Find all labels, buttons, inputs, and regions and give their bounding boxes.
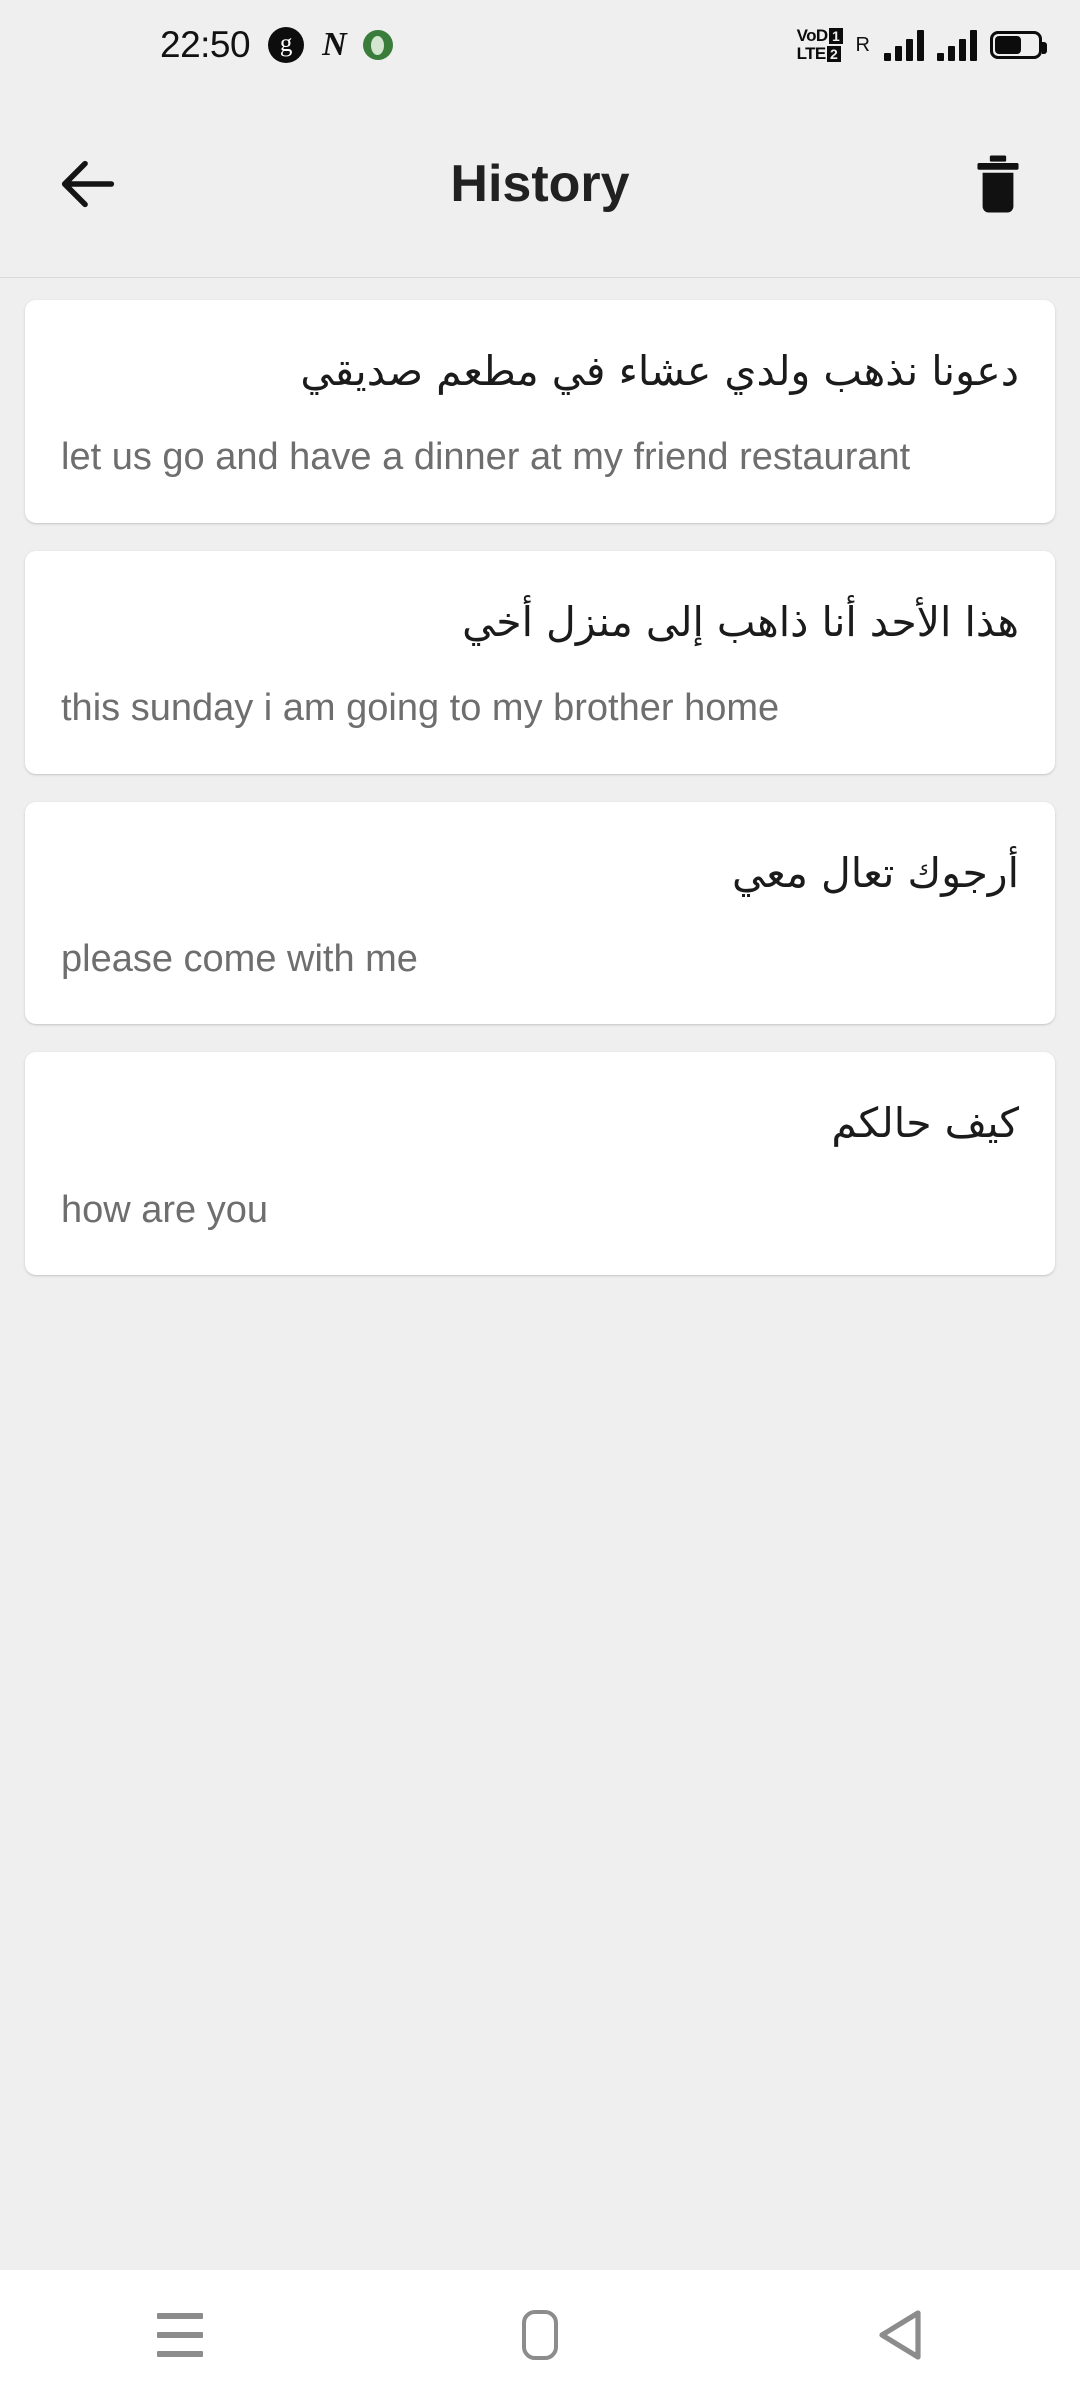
status-clock: 22:50 bbox=[160, 24, 251, 65]
volte-row-2: LTE 2 bbox=[797, 45, 841, 63]
list-item[interactable]: أرجوك تعال معي please come with me bbox=[25, 801, 1055, 1025]
status-bar-left: 22:50 g N bbox=[0, 24, 393, 66]
history-source-text: كيف حالكم bbox=[831, 1099, 1019, 1148]
history-translation-text: let us go and have a dinner at my friend… bbox=[61, 436, 911, 479]
history-source-text: دعونا نذهب ولدي عشاء في مطعم صديقي bbox=[300, 347, 1019, 395]
signal-bar bbox=[906, 39, 913, 61]
battery-cap bbox=[1042, 42, 1047, 54]
grammarly-icon: g bbox=[268, 27, 305, 63]
list-item[interactable]: كيف حالكم how are you bbox=[25, 1052, 1055, 1276]
signal-bar bbox=[884, 53, 891, 61]
battery-fill bbox=[995, 36, 1021, 54]
green-app-icon bbox=[362, 30, 393, 60]
volte-badge-1: 1 bbox=[828, 28, 843, 44]
battery-icon bbox=[990, 31, 1047, 59]
volte-text-1: VoD bbox=[796, 26, 829, 45]
signal-bar bbox=[895, 46, 902, 61]
recents-icon-line bbox=[157, 2313, 203, 2319]
history-translation-text: this sunday i am going to my brother hom… bbox=[61, 687, 780, 730]
delete-all-button[interactable] bbox=[958, 140, 1038, 228]
signal-bars-sim2-icon bbox=[937, 29, 977, 61]
phone-screen: 22:50 g N VoD 1 LTE 2 R History دعونا نذ… bbox=[0, 0, 1080, 2400]
signal-bars-sim1-icon bbox=[884, 29, 924, 61]
nav-back-button[interactable] bbox=[825, 2270, 975, 2400]
nav-recents-button[interactable] bbox=[105, 2270, 255, 2400]
nav-home-button[interactable] bbox=[465, 2270, 615, 2400]
status-bar: 22:50 g N VoD 1 LTE 2 R bbox=[0, 0, 1080, 90]
back-button[interactable] bbox=[44, 140, 132, 228]
signal-bar bbox=[917, 30, 924, 61]
signal-bar bbox=[959, 39, 966, 61]
history-source-text: هذا الأحد أنا ذاهب إلى منزل أخي bbox=[462, 597, 1019, 646]
volte-row-1: VoD 1 bbox=[797, 27, 843, 45]
signal-bar bbox=[937, 53, 944, 61]
list-item[interactable]: دعونا نذهب ولدي عشاء في مطعم صديقي let u… bbox=[25, 300, 1055, 523]
volte-text-2: LTE bbox=[796, 44, 827, 63]
recents-icon bbox=[157, 2313, 203, 2357]
home-icon bbox=[522, 2310, 558, 2360]
trash-icon bbox=[977, 155, 1019, 212]
roaming-indicator: R bbox=[855, 33, 870, 56]
status-bar-right: VoD 1 LTE 2 R bbox=[797, 27, 1047, 63]
recents-icon-line bbox=[157, 2351, 203, 2357]
recents-icon-line bbox=[157, 2332, 203, 2338]
arrow-left-icon bbox=[61, 160, 115, 207]
volte-badge-2: 2 bbox=[826, 46, 841, 62]
signal-bar bbox=[948, 46, 955, 61]
app-bar: History bbox=[0, 90, 1080, 278]
history-source-text: أرجوك تعال معي bbox=[732, 848, 1019, 897]
system-navigation-bar bbox=[0, 2270, 1080, 2400]
history-translation-text: please come with me bbox=[61, 938, 418, 981]
nike-run-icon: N bbox=[322, 26, 347, 63]
green-app-icon-inner bbox=[371, 35, 385, 55]
back-triangle-icon bbox=[879, 2310, 921, 2360]
history-translation-text: how are you bbox=[61, 1188, 269, 1231]
list-item[interactable]: هذا الأحد أنا ذاهب إلى منزل أخي this sun… bbox=[25, 550, 1055, 774]
signal-bar bbox=[970, 30, 977, 61]
history-list: دعونا نذهب ولدي عشاء في مطعم صديقي let u… bbox=[0, 278, 1080, 2270]
volte-icon: VoD 1 LTE 2 bbox=[797, 27, 843, 63]
page-title: History bbox=[450, 154, 630, 213]
